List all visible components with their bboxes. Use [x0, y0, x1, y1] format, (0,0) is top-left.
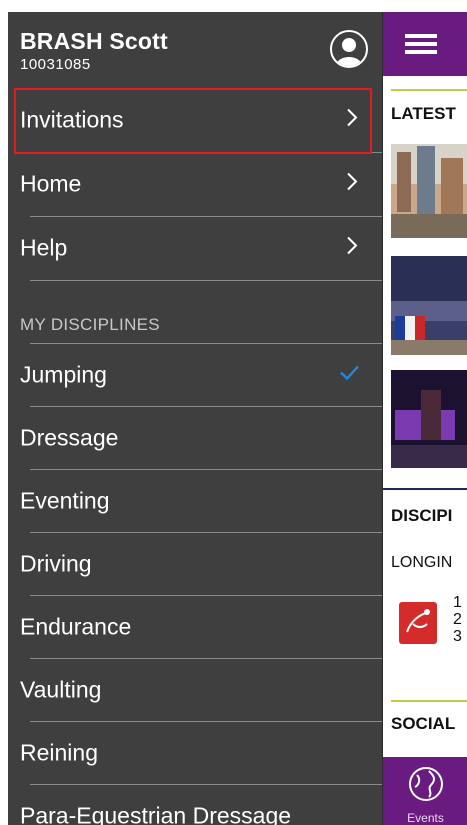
- checkmark-icon: [338, 364, 360, 387]
- discipline-label: Endurance: [20, 613, 132, 640]
- discipline-item-reining[interactable]: Reining: [8, 722, 382, 784]
- discipline-label: Para-Equestrian Dressage: [20, 802, 292, 825]
- discipline-label: Jumping: [20, 361, 107, 388]
- menu-item-label: Help: [20, 234, 68, 261]
- section-accent-line: [391, 89, 467, 91]
- app-screen: BRASH Scott 10031085 Invitations Home He…: [0, 0, 467, 825]
- section-label-disciplines: DISCIPI: [391, 506, 453, 525]
- menu-item-label: Invitations: [20, 106, 124, 133]
- user-avatar-icon[interactable]: [330, 30, 368, 68]
- rank-number: 1: [453, 594, 462, 611]
- discipline-item-driving[interactable]: Driving: [8, 533, 382, 595]
- discipline-item-endurance[interactable]: Endurance: [8, 596, 382, 658]
- bottom-tab-bar: Events: [383, 757, 467, 825]
- discipline-label: Driving: [20, 550, 92, 577]
- discipline-label: Vaulting: [20, 676, 102, 703]
- discipline-item-para-equestrian-dressage[interactable]: Para-Equestrian Dressage: [8, 785, 382, 825]
- user-id: 10031085: [20, 56, 91, 73]
- discipline-item-jumping[interactable]: Jumping: [8, 344, 382, 406]
- discipline-label: Dressage: [20, 424, 119, 451]
- news-thumbnail[interactable]: [391, 144, 467, 238]
- menu-item-home[interactable]: Home: [8, 153, 382, 215]
- news-thumbnail[interactable]: [391, 370, 467, 468]
- menu-item-label: Home: [20, 170, 82, 197]
- app-top-bar: [383, 12, 467, 76]
- discipline-item-vaulting[interactable]: Vaulting: [8, 659, 382, 721]
- tab-events-label[interactable]: Events: [383, 811, 467, 825]
- rank-number: 2: [453, 611, 462, 628]
- background-app-peek: LATEST DISCIPI LONGIN 1 2 3 SOCIAL Event…: [382, 12, 467, 825]
- chevron-right-icon: [345, 108, 359, 133]
- partner-label: LONGIN: [391, 554, 453, 571]
- news-thumbnail[interactable]: [391, 256, 467, 355]
- chevron-right-icon: [345, 236, 359, 261]
- rank-number: 3: [453, 628, 462, 645]
- section-label-latest: LATEST: [391, 104, 456, 123]
- discipline-item-dressage[interactable]: Dressage: [8, 407, 382, 469]
- user-name: BRASH Scott: [20, 28, 168, 54]
- navigation-drawer: BRASH Scott 10031085 Invitations Home He…: [8, 12, 382, 825]
- discipline-label: Reining: [20, 739, 98, 766]
- discipline-item-eventing[interactable]: Eventing: [8, 470, 382, 532]
- section-divider: [383, 488, 467, 490]
- divider: [30, 280, 382, 281]
- menu-item-invitations[interactable]: Invitations: [8, 89, 382, 151]
- section-label-social: SOCIAL: [391, 714, 456, 733]
- drawer-header: BRASH Scott 10031085: [8, 12, 382, 88]
- ranking-numbers: 1 2 3: [453, 594, 462, 645]
- section-header-my-disciplines: MY DISCIPLINES: [20, 315, 160, 334]
- section-accent-line: [391, 700, 467, 702]
- menu-item-help[interactable]: Help: [8, 217, 382, 279]
- globe-icon[interactable]: [407, 765, 445, 808]
- discipline-logo-icon[interactable]: [399, 602, 437, 644]
- chevron-right-icon: [345, 172, 359, 197]
- discipline-label: Eventing: [20, 487, 110, 514]
- hamburger-icon[interactable]: [405, 32, 437, 61]
